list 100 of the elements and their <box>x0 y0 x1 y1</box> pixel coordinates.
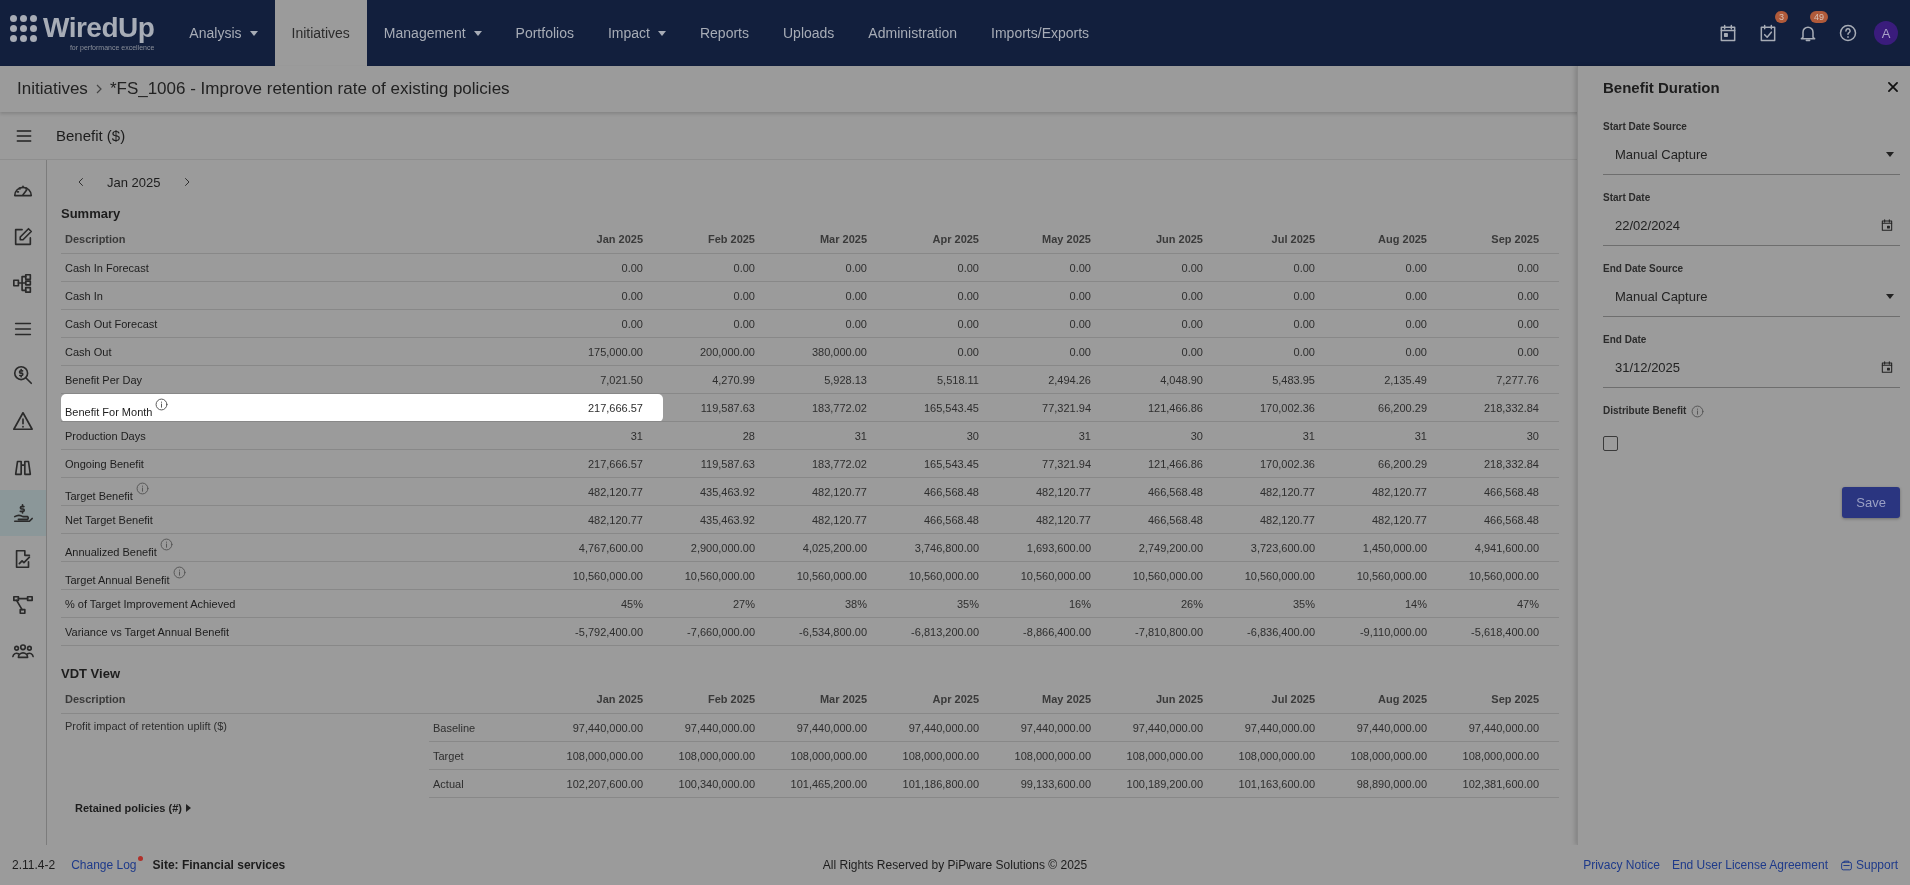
nav-tab[interactable]: Management <box>366 0 499 66</box>
table-cell: 97,440,000.00 <box>999 713 1111 742</box>
table-cell: 10,560,000.00 <box>1111 561 1223 590</box>
sidebar-item[interactable] <box>0 490 46 536</box>
breadcrumb-item[interactable]: Initiatives <box>17 79 88 99</box>
edit-icon <box>12 226 34 248</box>
table-cell: 218,332.84 <box>1447 393 1559 422</box>
table-cell: -6,534,800.00 <box>775 617 887 646</box>
breadcrumb-item: *FS_1006 - Improve retention rate of existing policies <box>109 79 510 99</box>
section-heading: VDT View <box>61 666 121 681</box>
table-cell: 0.00 <box>999 309 1111 338</box>
footer-link[interactable]: Privacy Notice <box>1583 858 1660 872</box>
table-cell: 482,120.77 <box>775 477 887 506</box>
table-cell: -6,813,200.00 <box>887 617 999 646</box>
table-cell: 482,120.77 <box>1223 505 1335 534</box>
table-cell: 0.00 <box>1111 281 1223 310</box>
table-cell: 10,560,000.00 <box>887 561 999 590</box>
table-cell: 99,133,600.00 <box>999 769 1111 798</box>
field-label: End Date <box>1603 334 1647 345</box>
table-cell: 1,450,000.00 <box>1335 533 1447 562</box>
nav-tab[interactable]: Reports <box>682 0 766 66</box>
user-avatar[interactable]: A <box>1874 21 1898 45</box>
version-label: 2.11.4-2 <box>12 858 56 872</box>
support-link[interactable]: Support <box>1855 858 1898 872</box>
nav-tab[interactable]: Portfolios <box>498 0 591 66</box>
table-cell: Cash Out <box>61 337 551 366</box>
field-label: Distribute Benefit <box>1603 405 1687 416</box>
nav-tab[interactable]: Imports/Exports <box>974 0 1107 66</box>
table-cell: 101,465,200.00 <box>775 769 887 798</box>
table-cell: 119,587.63 <box>663 449 775 478</box>
nav-tab[interactable]: Impact <box>590 0 683 66</box>
nav-tab[interactable]: Administration <box>851 0 975 66</box>
table-cell: Benefit For Month <box>61 393 551 422</box>
change-log-link[interactable]: Change Log <box>71 858 137 872</box>
table-cell: 10,560,000.00 <box>1447 561 1559 590</box>
column-header: Mar 2025 <box>775 227 887 254</box>
table-cell: 121,466.86 <box>1111 393 1223 422</box>
table-cell: 77,321.94 <box>999 393 1111 422</box>
table-cell: -7,810,800.00 <box>1111 617 1223 646</box>
table-cell: 108,000,000.00 <box>551 741 663 770</box>
caret-icon[interactable] <box>186 804 191 812</box>
table-cell: -5,618,400.00 <box>1447 617 1559 646</box>
table-cell: 0.00 <box>999 337 1111 366</box>
table-cell: 183,772.02 <box>775 393 887 422</box>
hand-dollar-icon <box>12 502 34 524</box>
table-cell: 0.00 <box>551 253 663 282</box>
dropdown-field[interactable]: Manual Capture <box>1603 134 1900 175</box>
table-cell: Target Benefit <box>61 477 551 506</box>
footer-link[interactable]: End User License Agreement <box>1671 858 1828 872</box>
table-cell: 108,000,000.00 <box>1111 741 1223 770</box>
table-cell: 2,900,000.00 <box>663 533 775 562</box>
table-cell: 200,000.00 <box>663 337 775 366</box>
table-cell: 0.00 <box>775 281 887 310</box>
table-cell: 47% <box>1447 589 1559 618</box>
group-label[interactable]: Retained policies (#) <box>75 802 182 814</box>
table-cell: 31 <box>999 421 1111 450</box>
table-cell: Production Days <box>61 421 551 450</box>
table-cell: 0.00 <box>551 309 663 338</box>
table-cell: 1,693,600.00 <box>999 533 1111 562</box>
table-cell: Target Annual Benefit <box>61 561 551 590</box>
table-cell: 435,463.92 <box>663 477 775 506</box>
table-cell: 30 <box>1111 421 1223 450</box>
table-cell: 10,560,000.00 <box>999 561 1111 590</box>
checkbox[interactable] <box>1603 436 1618 451</box>
save-button[interactable]: Save <box>1842 487 1900 518</box>
column-header: Feb 2025 <box>663 687 775 714</box>
close-button[interactable] <box>1886 80 1900 94</box>
table-cell: 7,277.76 <box>1447 365 1559 394</box>
calendar-icon <box>1718 23 1738 43</box>
table-cell: 7,021.50 <box>551 365 663 394</box>
table-cell: 66,200.29 <box>1335 393 1447 422</box>
column-header: Apr 2025 <box>887 227 999 254</box>
table-cell: 4,941,600.00 <box>1447 533 1559 562</box>
nav-tab[interactable]: Initiatives <box>274 0 367 66</box>
nav-tab[interactable]: Analysis <box>172 0 275 66</box>
table-cell: 0.00 <box>551 281 663 310</box>
column-header: Jun 2025 <box>1111 227 1223 254</box>
table-cell: Actual <box>429 769 551 798</box>
date-field[interactable]: 31/12/2025 <box>1603 347 1900 388</box>
table-cell: Benefit Per Day <box>61 365 551 394</box>
table-cell: 4,048.90 <box>1111 365 1223 394</box>
table-cell: -5,792,400.00 <box>551 617 663 646</box>
table-cell: 435,463.92 <box>663 505 775 534</box>
table-cell: 0.00 <box>999 253 1111 282</box>
table-cell: -8,866,400.00 <box>999 617 1111 646</box>
info-icon <box>135 481 149 495</box>
period-label: Jan 2025 <box>107 174 161 190</box>
table-cell: 108,000,000.00 <box>999 741 1111 770</box>
nav-tab[interactable]: Uploads <box>766 0 852 66</box>
date-field[interactable]: 22/02/2024 <box>1603 205 1900 246</box>
table-cell: 10,560,000.00 <box>663 561 775 590</box>
table-cell: 2,135.49 <box>1335 365 1447 394</box>
table-cell: 77,321.94 <box>999 449 1111 478</box>
dropdown-field[interactable]: Manual Capture <box>1603 276 1900 317</box>
table-cell: 0.00 <box>1447 281 1559 310</box>
site-label: Site: Financial services <box>152 858 286 872</box>
table-cell: 175,000.00 <box>551 337 663 366</box>
table-cell: 4,025,200.00 <box>775 533 887 562</box>
table-cell: 0.00 <box>887 281 999 310</box>
copyright-text: All Rights Reserved by PiPware Solutions © 2025 <box>822 858 1088 872</box>
